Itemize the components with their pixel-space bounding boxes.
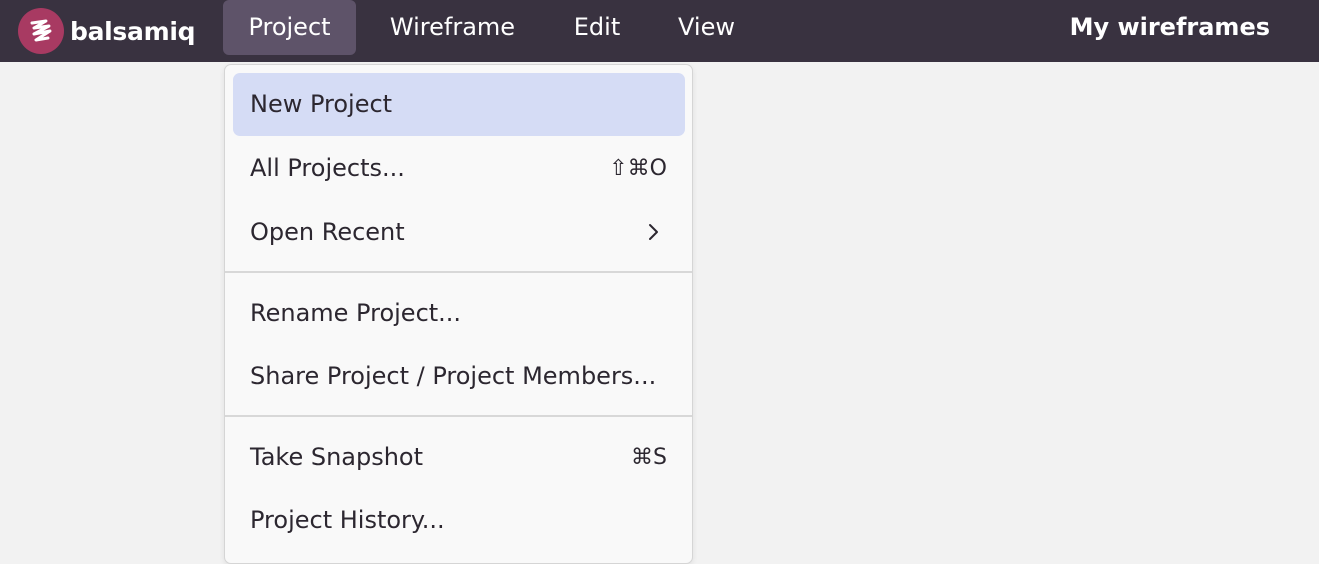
shortcut-label: ⇧⌘O	[609, 156, 667, 181]
balsamiq-logo[interactable]: balsamiq	[18, 6, 196, 56]
menu-item-new-project[interactable]: New Project	[233, 73, 685, 136]
balsamiq-logo-icon	[18, 8, 64, 54]
menu-wireframe[interactable]: Wireframe	[372, 0, 533, 55]
menu-divider	[225, 271, 692, 273]
menu-item-take-snapshot[interactable]: Take Snapshot ⌘S	[233, 426, 685, 489]
menu-item-open-recent[interactable]: Open Recent	[233, 201, 685, 264]
menu-item-label: Rename Project...	[250, 299, 462, 327]
menu-divider	[225, 415, 692, 417]
top-menubar: balsamiq Project Wireframe Edit View My …	[0, 0, 1319, 62]
menu-item-label: Share Project / Project Members...	[250, 362, 657, 390]
menu-item-project-history[interactable]: Project History...	[233, 489, 685, 552]
chevron-right-icon	[649, 224, 658, 240]
menu-item-label: Project History...	[250, 506, 445, 534]
shortcut-label: ⌘S	[631, 445, 667, 470]
logo-text: balsamiq	[70, 16, 196, 46]
menu-project[interactable]: Project	[223, 0, 356, 55]
menu-item-label: Take Snapshot	[250, 443, 424, 471]
menu-item-label: All Projects...	[250, 154, 405, 182]
my-wireframes-link[interactable]: My wireframes	[1070, 0, 1270, 55]
menu-item-label: Open Recent	[250, 218, 405, 246]
menu-item-rename-project[interactable]: Rename Project...	[233, 282, 685, 345]
menu-item-label: New Project	[250, 90, 393, 118]
menu-item-all-projects[interactable]: All Projects... ⇧⌘O	[233, 137, 685, 200]
menu-edit[interactable]: Edit	[556, 0, 638, 55]
project-menu-dropdown: New Project All Projects... ⇧⌘O Open Rec…	[224, 64, 693, 564]
menu-view[interactable]: View	[660, 0, 753, 55]
menu-item-share-project[interactable]: Share Project / Project Members...	[233, 345, 685, 408]
